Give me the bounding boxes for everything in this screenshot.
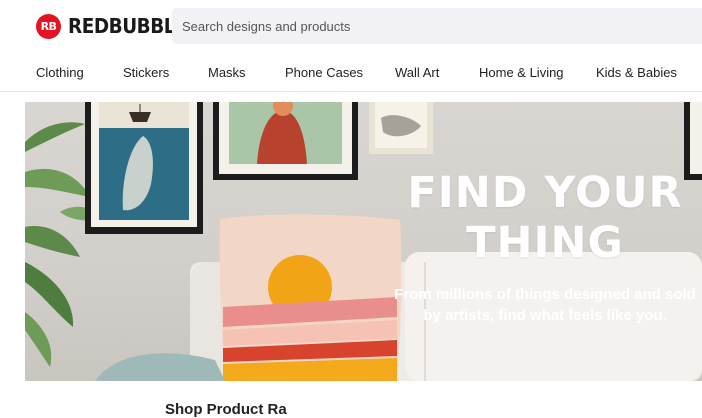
nav-item-phone-cases[interactable]: Phone Cases [285, 65, 363, 80]
site-header: RB REDBUBBLE [0, 0, 702, 52]
nav-item-clothing[interactable]: Clothing [36, 65, 84, 80]
logo-wordmark: REDBUBBLE [68, 14, 188, 38]
hero-title-line-2: THING [466, 218, 624, 268]
nav-item-kids-babies[interactable]: Kids & Babies [596, 65, 677, 80]
portrait-frame [213, 102, 358, 180]
hero-text-block: FIND YOUR THING From millions of things … [385, 168, 702, 326]
sketch-frame [369, 102, 433, 154]
nav-item-masks[interactable]: Masks [208, 65, 246, 80]
hero-banner[interactable]: FIND YOUR THING From millions of things … [25, 102, 702, 381]
hero-title-line-1: FIND YOUR [407, 168, 683, 218]
nav-item-stickers[interactable]: Stickers [123, 65, 169, 80]
section-heading: Shop Product Ra [165, 401, 287, 418]
sunset-pillow [219, 214, 402, 381]
category-nav: Clothing Stickers Masks Phone Cases Wall… [0, 52, 702, 92]
whale-frame [85, 102, 203, 234]
nav-item-wall-art[interactable]: Wall Art [395, 65, 439, 80]
logo-mark-icon: RB [36, 13, 61, 39]
search-input[interactable] [172, 8, 702, 44]
nav-item-home-living[interactable]: Home & Living [479, 65, 564, 80]
hero-subtitle: From millions of things designed and sol… [394, 286, 696, 324]
